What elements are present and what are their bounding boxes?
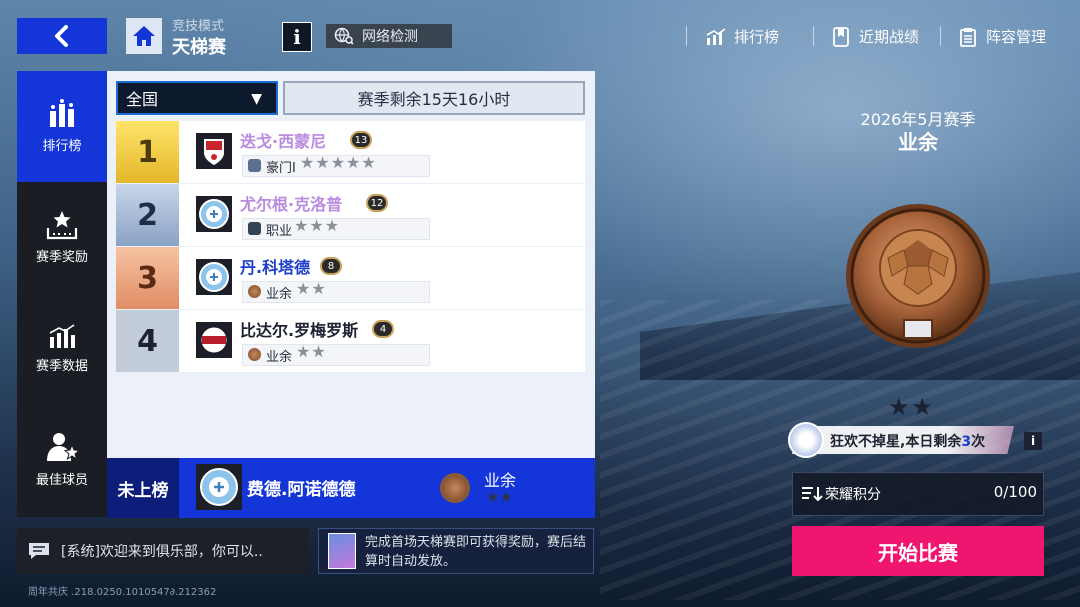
tab-best-player-label: 最佳球员 bbox=[35, 473, 88, 488]
tier-emblem-icon bbox=[248, 159, 261, 172]
my-name: 费德.阿诺德德 bbox=[247, 480, 356, 500]
nav-lineup[interactable]: 阵容管理 bbox=[960, 26, 1046, 47]
honor-value: 0/100 bbox=[993, 483, 1037, 501]
banner-info-button[interactable]: i bbox=[1024, 432, 1042, 450]
tier-stars: ★★ bbox=[296, 342, 327, 361]
tier-emblem-icon bbox=[248, 222, 261, 235]
my-rank-bar: 未上榜 费德.阿诺德德 业余 ★★ bbox=[107, 458, 595, 518]
back-button[interactable] bbox=[17, 18, 107, 54]
version-text: 周年共庆 .218.0250.1010547∂.212362 bbox=[28, 587, 217, 598]
season-stats-icon bbox=[49, 324, 75, 348]
rank-badge: 3 bbox=[116, 247, 179, 309]
club-crest-icon bbox=[196, 259, 232, 295]
leaderboard-row[interactable]: 3 丹.科塔德 8 业余 ★★ bbox=[116, 247, 585, 309]
start-match-button[interactable]: 开始比赛 bbox=[792, 526, 1044, 576]
chat-bar[interactable]: [系统]欢迎来到俱乐部，你可以.. bbox=[17, 528, 309, 574]
club-crest-icon bbox=[196, 133, 232, 169]
nav-lineup-label: 阵容管理 bbox=[986, 28, 1047, 46]
home-button[interactable] bbox=[126, 18, 162, 54]
player-name: 丹.科塔德 bbox=[240, 258, 311, 277]
sort-icon bbox=[802, 487, 823, 502]
leaderboard-row[interactable]: 4 比达尔.罗梅罗斯 4 业余 ★★ bbox=[116, 310, 585, 372]
tier-stars: ★★★ bbox=[294, 216, 341, 235]
nav-ranking-label: 排行榜 bbox=[734, 28, 780, 46]
club-crest-icon bbox=[196, 322, 232, 358]
network-icon bbox=[334, 27, 354, 45]
tier-shield-icon bbox=[842, 200, 994, 352]
mode-title: 天梯赛 bbox=[172, 37, 226, 58]
info-button[interactable]: i bbox=[282, 22, 312, 52]
tab-season-reward[interactable]: 赛季奖励 bbox=[17, 182, 107, 293]
level-badge: 8 bbox=[320, 257, 342, 275]
leaderboard-row[interactable]: 1 迭戈·西蒙尼 13 豪门I ★★★★★ bbox=[116, 121, 585, 183]
leaderboard-icon bbox=[50, 99, 74, 127]
tier-stars: ★★★★★ bbox=[300, 153, 377, 172]
document-icon bbox=[833, 26, 849, 47]
tier-label: 职业 bbox=[266, 224, 293, 239]
level-badge: 12 bbox=[366, 194, 388, 212]
tier-label: 豪门I bbox=[266, 161, 296, 176]
tab-season-stats-label: 赛季数据 bbox=[35, 359, 88, 374]
chat-icon bbox=[17, 528, 61, 574]
dropdown-arrow-icon: ▼ bbox=[251, 91, 262, 107]
tab-best-player[interactable]: 最佳球员 bbox=[17, 404, 107, 515]
tab-leaderboard-label: 排行榜 bbox=[42, 139, 82, 154]
tier-emblem-icon bbox=[248, 285, 261, 298]
season-remaining: 赛季剩余15天16小时 bbox=[283, 81, 585, 115]
my-tier-emblem-icon bbox=[440, 473, 470, 503]
region-dropdown[interactable]: 全国 ▼ bbox=[116, 81, 278, 115]
clipboard-icon bbox=[960, 27, 976, 47]
network-check-button[interactable]: 网络检测 bbox=[326, 24, 452, 48]
region-value: 全国 bbox=[126, 90, 159, 109]
player-name: 迭戈·西蒙尼 bbox=[240, 132, 327, 151]
no-star-loss-text: 狂欢不掉星,本日剩余3次 bbox=[830, 434, 986, 450]
reward-tip-text: 完成首场天梯赛即可获得奖励，赛后结算时自动发放。 bbox=[365, 535, 587, 569]
tier-emblem-icon bbox=[248, 348, 261, 361]
tab-leaderboard[interactable]: 排行榜 bbox=[17, 71, 107, 182]
leaderboard-row[interactable]: 2 尤尔根·克洛普 12 职业 ★★★ bbox=[116, 184, 585, 246]
rank-badge: 1 bbox=[116, 121, 179, 183]
level-badge: 4 bbox=[372, 320, 394, 338]
level-badge: 13 bbox=[350, 131, 372, 149]
my-rank-label: 未上榜 bbox=[107, 458, 179, 518]
tab-season-reward-label: 赛季奖励 bbox=[35, 250, 88, 265]
tier-stars: ★★ bbox=[296, 279, 327, 298]
side-tabs: 排行榜 赛季奖励 赛季数据 最佳球员 bbox=[17, 71, 107, 517]
mode-category: 竞技模式 bbox=[172, 19, 225, 34]
honor-label: 荣耀积分 bbox=[825, 487, 881, 503]
tier-label: 业余 bbox=[266, 287, 293, 302]
player-name: 尤尔根·克洛普 bbox=[240, 195, 343, 214]
home-icon bbox=[133, 26, 155, 46]
tab-season-stats[interactable]: 赛季数据 bbox=[17, 293, 107, 404]
season-stars: ★★ bbox=[888, 393, 936, 421]
network-check-label: 网络检测 bbox=[362, 29, 418, 45]
rank-badge: 4 bbox=[116, 310, 179, 372]
nav-ranking[interactable]: 排行榜 bbox=[706, 26, 779, 47]
season-reward-icon bbox=[46, 211, 78, 240]
season-tier: 业余 bbox=[898, 130, 938, 154]
nav-divider bbox=[813, 26, 814, 46]
player-name: 比达尔.罗梅罗斯 bbox=[240, 321, 359, 340]
nav-divider bbox=[686, 26, 687, 46]
trophy-hand-icon bbox=[788, 422, 824, 458]
club-crest-icon bbox=[196, 196, 232, 232]
my-tier-stars: ★★ bbox=[486, 488, 513, 506]
reward-card-icon bbox=[328, 533, 356, 569]
bar-chart-icon bbox=[706, 27, 726, 45]
my-club-crest-icon bbox=[196, 464, 242, 510]
rank-badge: 2 bbox=[116, 184, 179, 246]
honor-points: 荣耀积分 0/100 bbox=[792, 472, 1044, 516]
nav-recent-record-label: 近期战绩 bbox=[859, 28, 920, 46]
best-player-icon bbox=[47, 433, 79, 461]
chevron-left-icon bbox=[55, 25, 68, 47]
chat-message: [系统]欢迎来到俱乐部，你可以.. bbox=[61, 544, 263, 560]
tier-label: 业余 bbox=[266, 350, 293, 365]
nav-divider bbox=[940, 26, 941, 46]
reward-tip: 完成首场天梯赛即可获得奖励，赛后结算时自动发放。 bbox=[318, 528, 594, 574]
nav-recent-record[interactable]: 近期战绩 bbox=[833, 26, 919, 47]
